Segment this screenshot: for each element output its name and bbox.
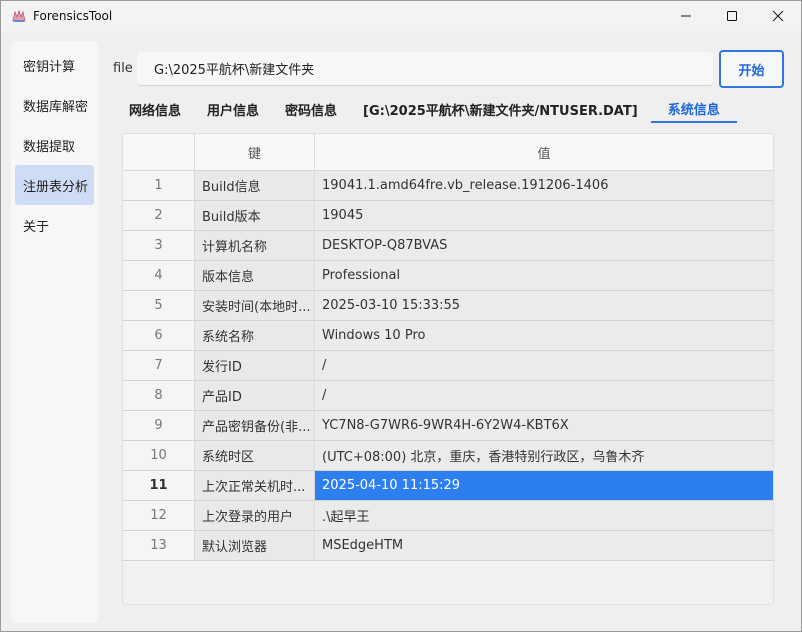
header-value[interactable]: 值 xyxy=(314,134,773,170)
table-row[interactable]: 10 系统时区 (UTC+08:00) 北京，重庆，香港特别行政区，乌鲁木齐 xyxy=(123,441,773,471)
table-row[interactable]: 3 计算机名称 DESKTOP-Q87BVAS xyxy=(123,231,773,261)
row-value-cell[interactable]: / xyxy=(314,381,773,410)
row-index[interactable]: 3 xyxy=(123,231,194,260)
start-button[interactable]: 开始 xyxy=(719,50,784,88)
table-row[interactable]: 2 Build版本 19045 xyxy=(123,201,773,231)
row-index[interactable]: 10 xyxy=(123,441,194,470)
row-key-cell[interactable]: 发行ID xyxy=(194,351,314,380)
sidebar-item-data-extract[interactable]: 数据提取 xyxy=(15,125,94,165)
close-icon xyxy=(772,10,784,22)
sidebar-item-db-decrypt[interactable]: 数据库解密 xyxy=(15,85,94,125)
row-key-cell[interactable]: Build版本 xyxy=(194,201,314,230)
row-index[interactable]: 7 xyxy=(123,351,194,380)
tab-bar: 网络信息 用户信息 密码信息 [G:\2025平航杯\新建文件夹/NTUSER.… xyxy=(116,95,737,125)
tab-system-info[interactable]: 系统信息 xyxy=(650,95,737,123)
row-index[interactable]: 1 xyxy=(123,171,194,200)
row-key-cell[interactable]: 产品ID xyxy=(194,381,314,410)
close-button[interactable] xyxy=(755,1,801,31)
sidebar: 密钥计算 数据库解密 数据提取 注册表分析 关于 xyxy=(11,41,98,623)
row-key-cell[interactable]: 安装时间(本地时... xyxy=(194,291,314,320)
minimize-icon xyxy=(681,15,691,17)
tab-network-info[interactable]: 网络信息 xyxy=(116,95,194,123)
row-key-cell[interactable]: 计算机名称 xyxy=(194,231,314,260)
system-info-table: 键 值 1 Build信息 19041.1.amd64fre.vb_release.… xyxy=(122,133,774,605)
table-row[interactable]: 5 安装时间(本地时... 2025-03-10 15:33:55 xyxy=(123,291,773,321)
table-row[interactable]: 6 系统名称 Windows 10 Pro xyxy=(123,321,773,351)
row-key-cell[interactable]: Build信息 xyxy=(194,171,314,200)
row-value-cell[interactable]: DESKTOP-Q87BVAS xyxy=(314,231,773,260)
row-key-cell[interactable]: 上次正常关机时... xyxy=(194,471,314,500)
file-path-input[interactable] xyxy=(137,52,713,86)
row-key-cell[interactable]: 系统时区 xyxy=(194,441,314,470)
table-row[interactable]: 11 上次正常关机时... 2025-04-10 11:15:29 xyxy=(123,471,773,501)
row-value-cell[interactable]: Windows 10 Pro xyxy=(314,321,773,350)
app-window: ForensicsTool 密钥计算 数据库解密 数据提取 注册表分析 关于 f… xyxy=(0,0,802,632)
tab-user-info[interactable]: 用户信息 xyxy=(194,95,272,123)
table-body: 1 Build信息 19041.1.amd64fre.vb_release.1912… xyxy=(123,171,773,561)
table-row[interactable]: 12 上次登录的用户 .\起早王 xyxy=(123,501,773,531)
maximize-button[interactable] xyxy=(709,1,755,31)
table-row[interactable]: 1 Build信息 19041.1.amd64fre.vb_release.1912… xyxy=(123,171,773,201)
app-logo-icon xyxy=(11,8,27,24)
row-value-cell[interactable]: / xyxy=(314,351,773,380)
title-bar: ForensicsTool xyxy=(1,1,801,31)
table-row[interactable]: 8 产品ID / xyxy=(123,381,773,411)
table-row[interactable]: 13 默认浏览器 MSEdgeHTM xyxy=(123,531,773,561)
row-key-cell[interactable]: 版本信息 xyxy=(194,261,314,290)
row-index[interactable]: 5 xyxy=(123,291,194,320)
sidebar-item-about[interactable]: 关于 xyxy=(15,205,94,245)
row-value-cell[interactable]: 2025-03-10 15:33:55 xyxy=(314,291,773,320)
row-value-cell[interactable]: 19045 xyxy=(314,201,773,230)
row-index[interactable]: 4 xyxy=(123,261,194,290)
row-value-cell[interactable]: (UTC+08:00) 北京，重庆，香港特别行政区，乌鲁木齐 xyxy=(314,441,773,470)
row-key-cell[interactable]: 默认浏览器 xyxy=(194,531,314,560)
row-index[interactable]: 2 xyxy=(123,201,194,230)
header-corner xyxy=(123,134,194,170)
table-row[interactable]: 9 产品密钥备份(非... YC7N8-G7WR6-9WR4H-6Y2W4-KBT6… xyxy=(123,411,773,441)
row-index[interactable]: 11 xyxy=(123,471,194,500)
row-index[interactable]: 6 xyxy=(123,321,194,350)
window-title: ForensicsTool xyxy=(33,9,113,23)
table-row[interactable]: 4 版本信息 Professional xyxy=(123,261,773,291)
row-key-cell[interactable]: 产品密钥备份(非... xyxy=(194,411,314,440)
maximize-icon xyxy=(727,11,737,21)
tab-password-info[interactable]: 密码信息 xyxy=(272,95,350,123)
table-row[interactable]: 7 发行ID / xyxy=(123,351,773,381)
file-label: file xyxy=(113,61,133,76)
row-index[interactable]: 13 xyxy=(123,531,194,560)
row-key-cell[interactable]: 上次登录的用户 xyxy=(194,501,314,530)
row-index[interactable]: 9 xyxy=(123,411,194,440)
row-value-cell[interactable]: YC7N8-G7WR6-9WR4H-6Y2W4-KBT6X xyxy=(314,411,773,440)
row-value-cell[interactable]: 19041.1.amd64fre.vb_release.191206-1406 xyxy=(314,171,773,200)
window-controls xyxy=(663,1,801,31)
row-key-cell[interactable]: 系统名称 xyxy=(194,321,314,350)
row-value-cell[interactable]: MSEdgeHTM xyxy=(314,531,773,560)
row-index[interactable]: 12 xyxy=(123,501,194,530)
sidebar-item-registry-analysis[interactable]: 注册表分析 xyxy=(15,165,94,205)
sidebar-item-key-calc[interactable]: 密钥计算 xyxy=(15,45,94,85)
tab-ntuser-file[interactable]: [G:\2025平航杯\新建文件夹/NTUSER.DAT] xyxy=(350,95,651,123)
row-value-cell[interactable]: Professional xyxy=(314,261,773,290)
row-value-cell[interactable]: .\起早王 xyxy=(314,501,773,530)
table-empty-area xyxy=(123,561,773,604)
minimize-button[interactable] xyxy=(663,1,709,31)
row-value-cell[interactable]: 2025-04-10 11:15:29 xyxy=(314,471,773,500)
table-header: 键 值 xyxy=(123,134,773,171)
row-index[interactable]: 8 xyxy=(123,381,194,410)
header-key[interactable]: 键 xyxy=(194,134,314,170)
